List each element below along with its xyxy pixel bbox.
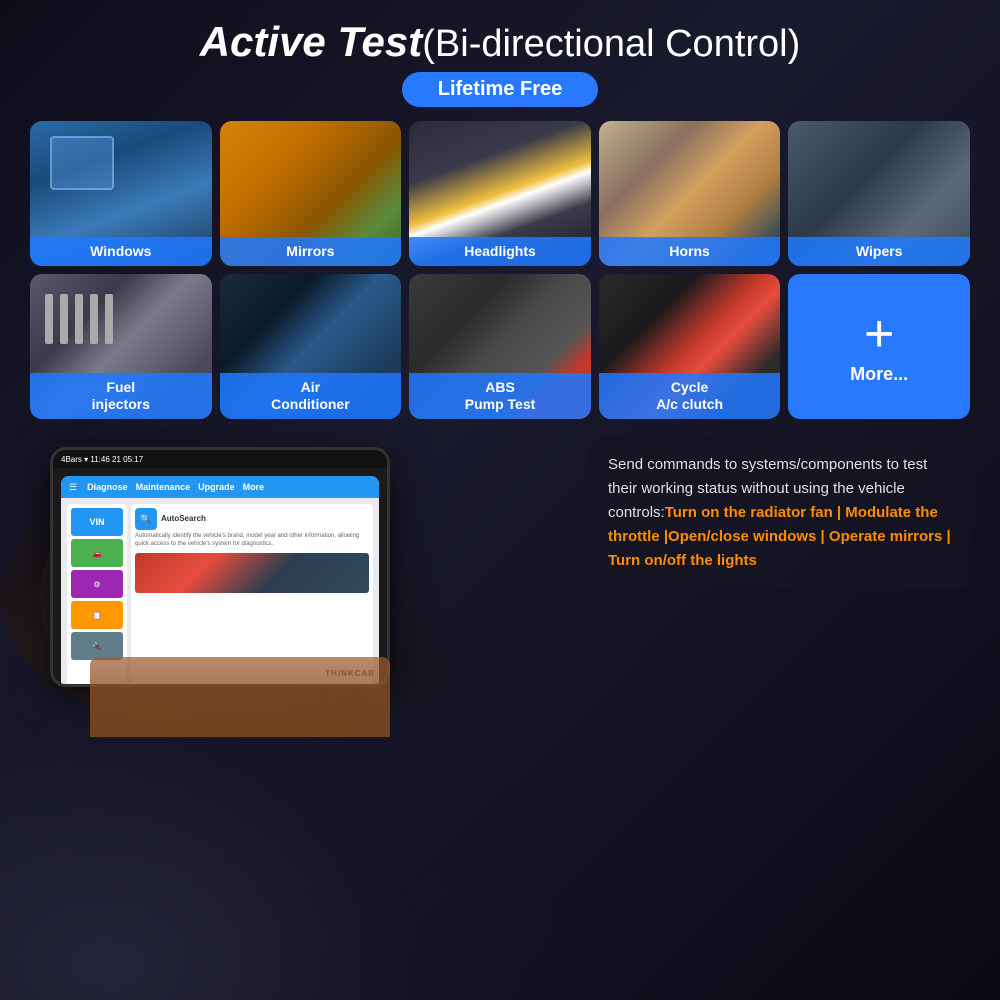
feature-row-2: Fuelinjectors AirConditioner ABSPump Tes… — [30, 274, 970, 419]
fuel-label: Fuelinjectors — [30, 373, 212, 419]
cycle-label: CycleA/c clutch — [599, 373, 781, 419]
tablet-nav-diagnose[interactable]: Diagnose — [87, 482, 128, 492]
lifetime-badge: Lifetime Free — [402, 72, 598, 107]
feature-headlights: Headlights — [409, 121, 591, 266]
abs-label: ABSPump Test — [409, 373, 591, 419]
feature-wipers: Wipers — [788, 121, 970, 266]
feature-mirrors: Mirrors — [220, 121, 402, 266]
feature-ac: AirConditioner — [220, 274, 402, 419]
tablet-gear-button[interactable]: ⚙ — [71, 570, 123, 598]
tablet-area: 4Bars ▾ 11:46 21 05:17 ☰ Diagnose Mainte… — [30, 427, 574, 737]
title-bold-part: Active Test — [200, 18, 423, 65]
autosearch-title: AutoSearch — [161, 514, 206, 523]
more-label: More... — [850, 364, 908, 385]
feature-row-1: Windows Mirrors Headlights Horns Wipers — [30, 121, 970, 266]
mirrors-label: Mirrors — [220, 237, 402, 266]
tablet-car-button[interactable]: 🚗 — [71, 539, 123, 567]
feature-cycle: CycleA/c clutch — [599, 274, 781, 419]
page-title: Active Test(Bi-directional Control) — [30, 18, 970, 66]
autosearch-header: 🔍 AutoSearch — [135, 508, 369, 530]
feature-windows: Windows — [30, 121, 212, 266]
vin-label: VIN — [89, 517, 104, 527]
autosearch-description: Automatically identify the vehicle's bra… — [135, 533, 369, 549]
description-box: Send commands to systems/components to t… — [590, 437, 970, 589]
feature-fuel: Fuelinjectors — [30, 274, 212, 419]
more-plus-icon: + — [864, 308, 894, 360]
tablet-nav-upgrade[interactable]: Upgrade — [198, 482, 235, 492]
windows-label: Windows — [30, 237, 212, 266]
feature-abs: ABSPump Test — [409, 274, 591, 419]
tablet-nav-maintenance[interactable]: Maintenance — [136, 482, 191, 492]
tablet-time: 4Bars ▾ 11:46 21 05:17 — [61, 455, 143, 464]
hamburger-icon: ☰ — [69, 482, 77, 493]
title-normal-part: (Bi-directional Control) — [422, 23, 800, 65]
tablet-screen: ☰ Diagnose Maintenance Upgrade More VIN — [61, 476, 379, 687]
tablet-plugin-button[interactable]: 🔌 — [71, 632, 123, 660]
more-image: + More... — [788, 274, 970, 419]
hand-holding-tablet — [90, 657, 390, 737]
bottom-section: 4Bars ▾ 11:46 21 05:17 ☰ Diagnose Mainte… — [30, 427, 970, 737]
feature-more[interactable]: + More... — [788, 274, 970, 419]
ac-label: AirConditioner — [220, 373, 402, 419]
tablet-vin-button[interactable]: VIN — [71, 508, 123, 536]
horns-label: Horns — [599, 237, 781, 266]
tablet-statusbar: 4Bars ▾ 11:46 21 05:17 — [53, 450, 387, 468]
tablet-list-button[interactable]: 📋 — [71, 601, 123, 629]
feature-horns: Horns — [599, 121, 781, 266]
wipers-label: Wipers — [788, 237, 970, 266]
car-repair-image — [135, 553, 369, 593]
tablet-nav-more[interactable]: More — [243, 482, 265, 492]
autosearch-icon: 🔍 — [135, 508, 157, 530]
tablet-device: 4Bars ▾ 11:46 21 05:17 ☰ Diagnose Mainte… — [50, 447, 390, 687]
tablet-nav-bar: ☰ Diagnose Maintenance Upgrade More — [61, 476, 379, 498]
badge-row: Lifetime Free — [30, 72, 970, 107]
headlights-label: Headlights — [409, 237, 591, 266]
